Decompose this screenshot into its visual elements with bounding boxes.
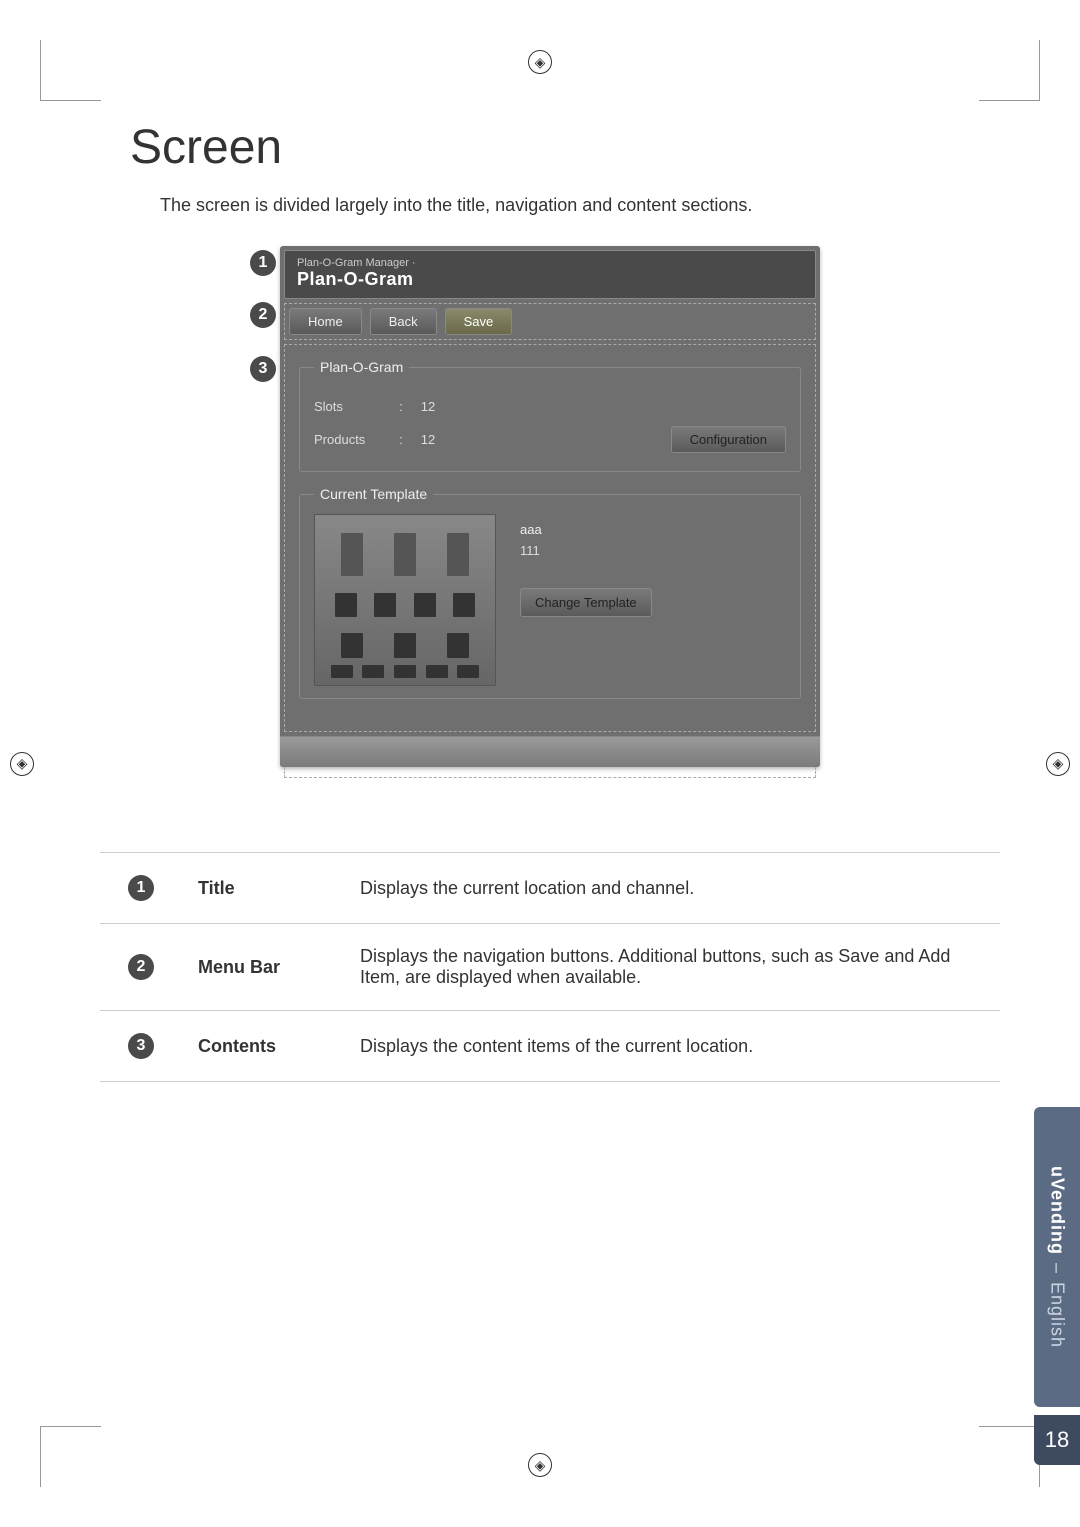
crop-mark: [979, 40, 1040, 101]
planogram-legend: Plan-O-Gram: [314, 359, 409, 375]
registration-mark: [10, 752, 34, 776]
badge-3: 3: [128, 1033, 154, 1059]
row1-name: Title: [182, 853, 344, 924]
page-heading: Screen: [130, 120, 1000, 175]
breadcrumb: Plan-O-Gram Manager ·: [297, 257, 803, 269]
description-table: 1 Title Displays the current location an…: [100, 852, 1000, 1082]
callout-1: 1: [250, 250, 276, 276]
home-button[interactable]: Home: [289, 308, 362, 335]
table-row: 3 Contents Displays the content items of…: [100, 1011, 1000, 1082]
registration-mark: [528, 1453, 552, 1477]
panel-footer: [280, 736, 820, 767]
title-bar: Plan-O-Gram Manager · Plan-O-Gram: [284, 250, 816, 299]
registration-mark: [528, 50, 552, 74]
back-button[interactable]: Back: [370, 308, 437, 335]
side-tab-light: English: [1047, 1282, 1068, 1348]
current-template-legend: Current Template: [314, 486, 433, 502]
row2-name: Menu Bar: [182, 924, 344, 1011]
intro-text: The screen is divided largely into the t…: [160, 195, 1000, 216]
row2-desc: Displays the navigation buttons. Additio…: [344, 924, 1000, 1011]
callout-3: 3: [250, 356, 276, 382]
save-button[interactable]: Save: [445, 308, 513, 335]
screenshot-figure: 1 2 3 Plan-O-Gram Manager · Plan-O-Gram …: [280, 246, 820, 782]
registration-mark: [1046, 752, 1070, 776]
table-row: 2 Menu Bar Displays the navigation butto…: [100, 924, 1000, 1011]
page-number: 18: [1034, 1415, 1080, 1465]
dashed-outline: [284, 767, 816, 778]
side-tab-bold: uVending: [1047, 1166, 1068, 1255]
menu-bar: Home Back Save: [284, 303, 816, 340]
change-template-button[interactable]: Change Template: [520, 588, 652, 617]
crop-mark: [979, 1426, 1040, 1487]
badge-1: 1: [128, 875, 154, 901]
products-label: Products: [314, 432, 394, 447]
row1-desc: Displays the current location and channe…: [344, 853, 1000, 924]
template-thumbnail: [314, 514, 496, 686]
crop-mark: [40, 40, 101, 101]
row3-name: Contents: [182, 1011, 344, 1082]
products-value: 12: [408, 432, 448, 447]
callout-2: 2: [250, 302, 276, 328]
side-tab-dash: –: [1047, 1263, 1068, 1274]
row3-desc: Displays the content items of the curren…: [344, 1011, 1000, 1082]
side-tab: uVending – English: [1034, 1107, 1080, 1407]
app-panel: Plan-O-Gram Manager · Plan-O-Gram Home B…: [280, 246, 820, 767]
colon: :: [394, 432, 408, 447]
badge-2: 2: [128, 954, 154, 980]
configuration-button[interactable]: Configuration: [671, 426, 786, 453]
colon: :: [394, 399, 408, 414]
page-title: Plan-O-Gram: [297, 269, 803, 290]
crop-mark: [40, 1426, 101, 1487]
planogram-group: Plan-O-Gram Slots : 12 . Products : 12 C…: [299, 359, 801, 472]
current-template-group: Current Template aaa 111 C: [299, 486, 801, 699]
slots-value: 12: [408, 399, 448, 414]
slots-label: Slots: [314, 399, 394, 414]
table-row: 1 Title Displays the current location an…: [100, 853, 1000, 924]
template-name: aaa: [520, 522, 786, 537]
template-number: 111: [520, 543, 786, 558]
content-area: Plan-O-Gram Slots : 12 . Products : 12 C…: [284, 344, 816, 732]
